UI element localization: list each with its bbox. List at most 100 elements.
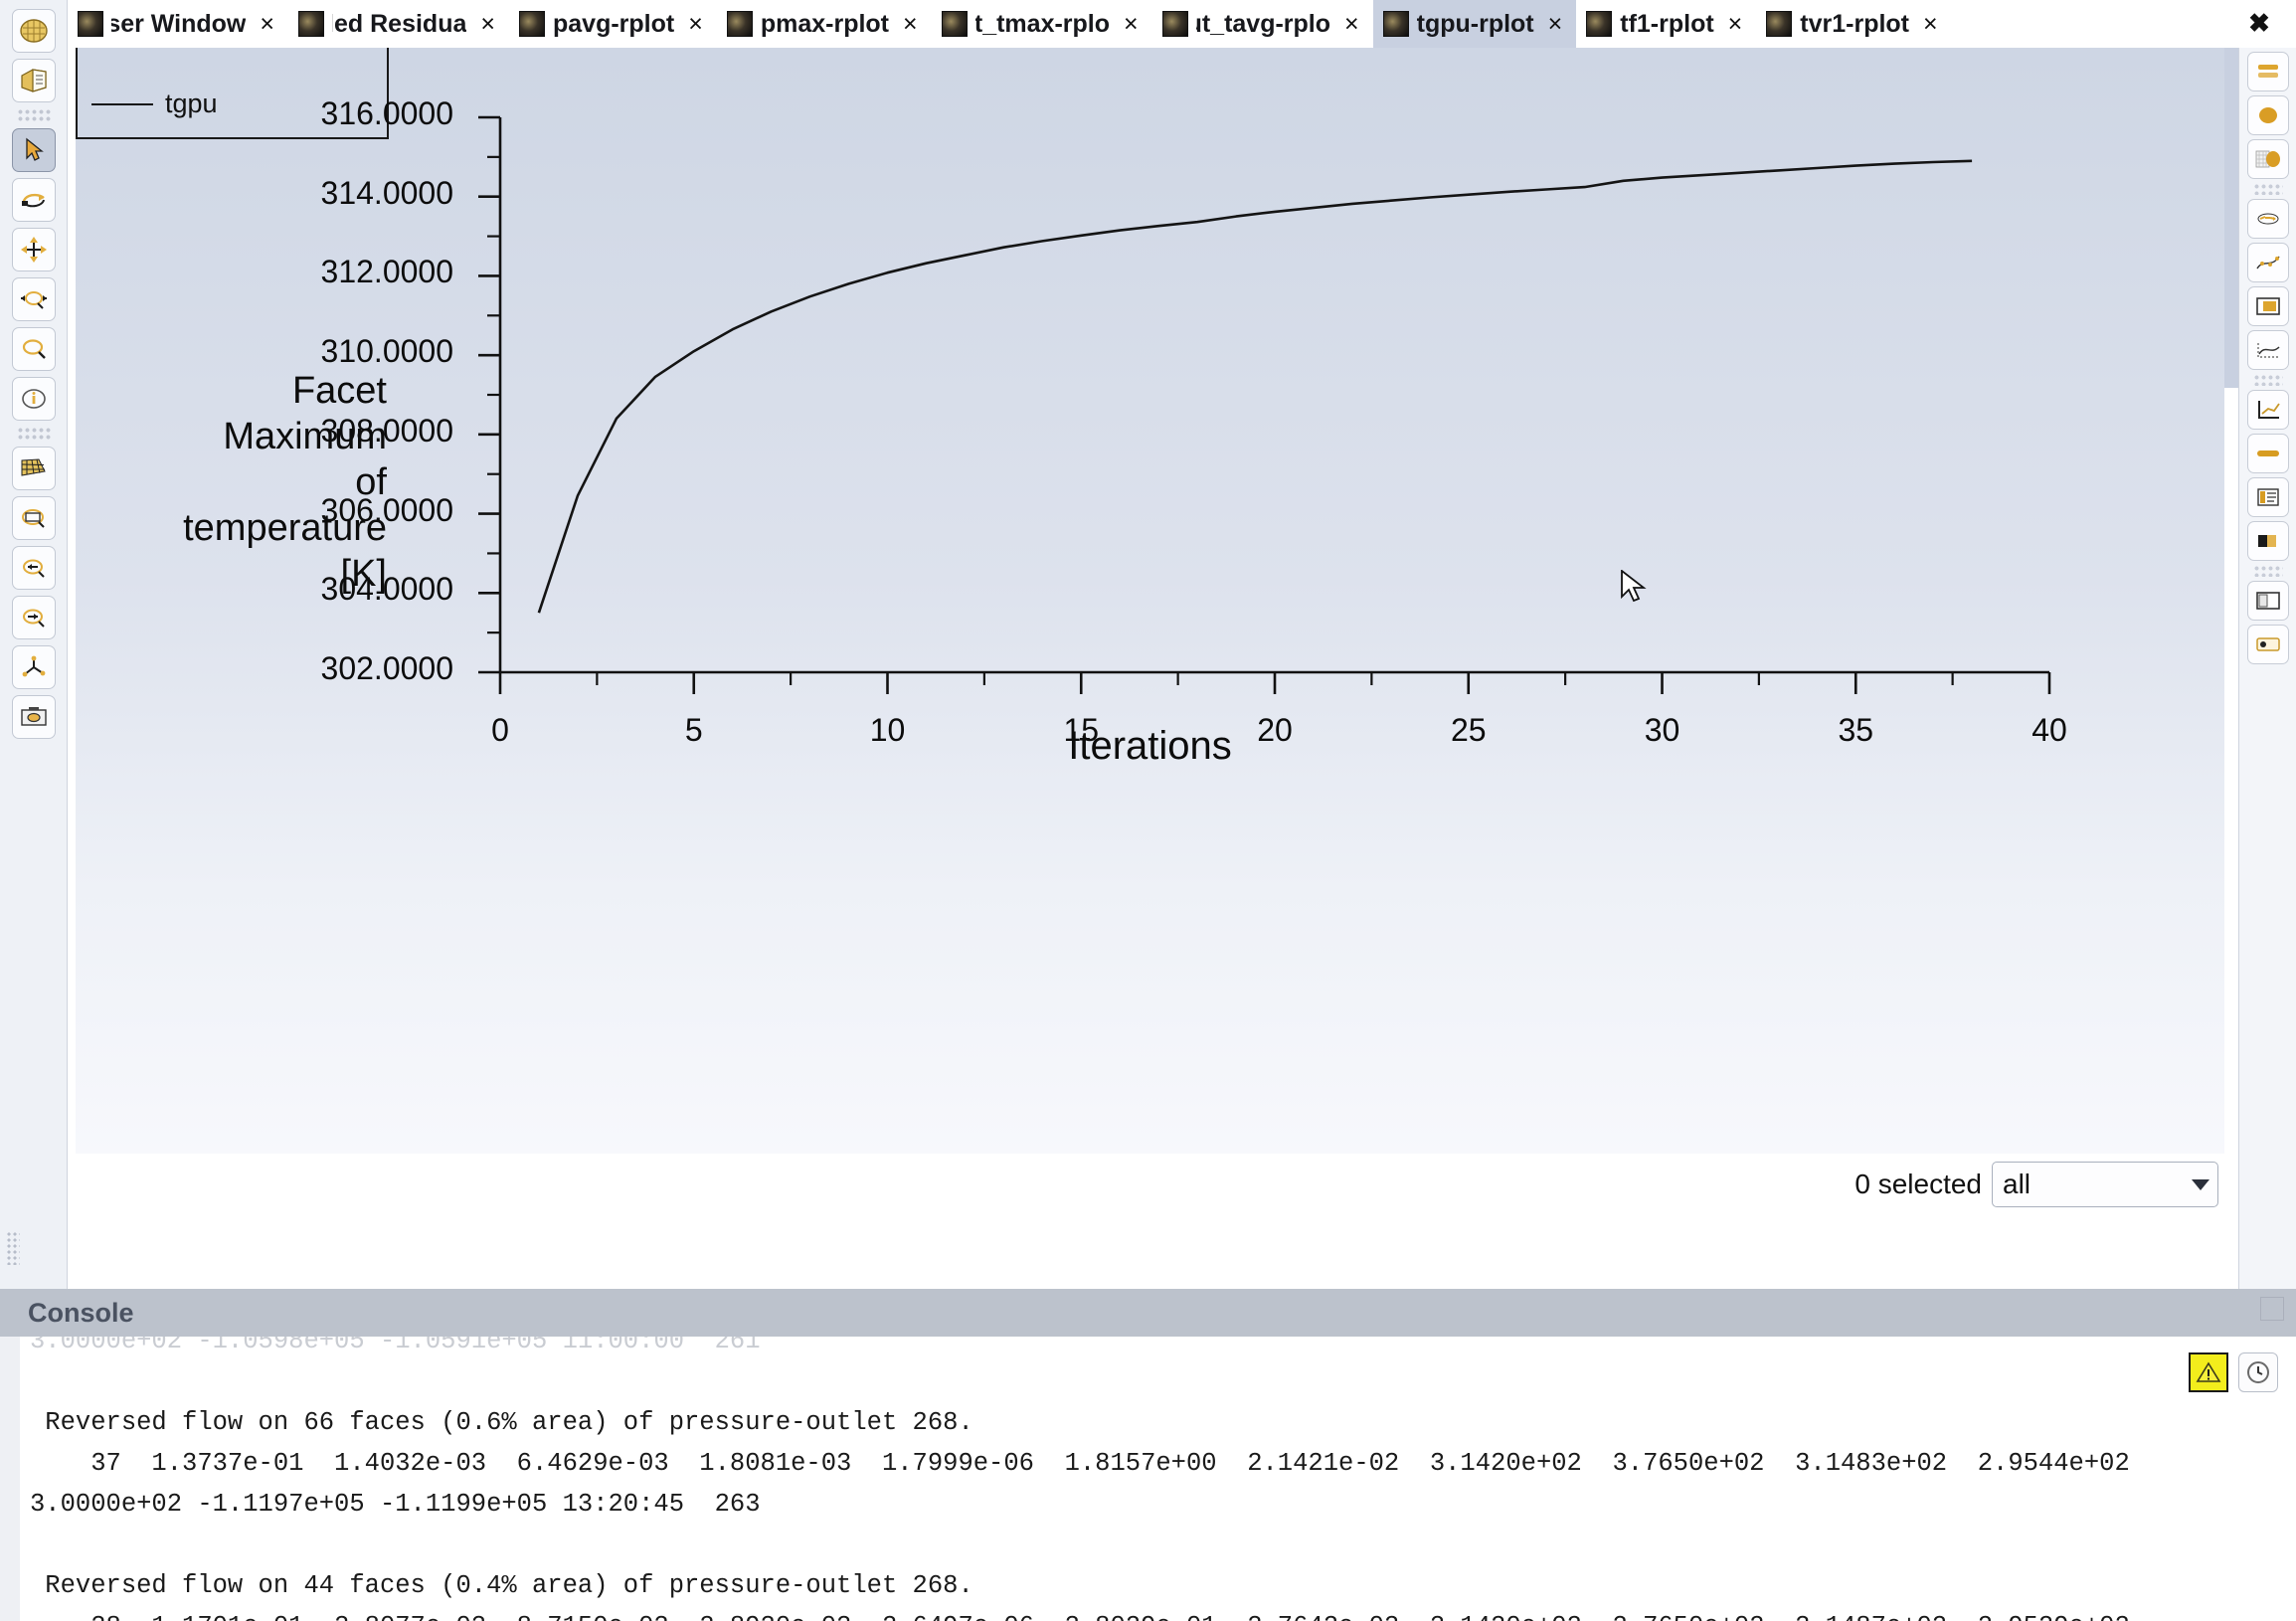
tabbar-right-filler [2224,48,2238,388]
tab-close-icon[interactable]: × [682,11,703,37]
warning-triangle-icon[interactable] [2189,1352,2228,1392]
tab-pavg-rplot[interactable]: pavg-rplot × [509,0,717,48]
plot-canvas[interactable]: tgpu Facet Maximum of temperature [K] It… [76,48,2224,1154]
contour-bands-icon[interactable] [2246,52,2289,91]
tab-close-icon[interactable]: × [1722,11,1743,37]
close-glyph: ✖ [2248,7,2270,38]
legend-label: tgpu [165,89,218,118]
toolbar-separator [16,108,51,122]
fluent-graphics-window: ser Window×aled Residua×pavg-rplot×pmax-… [0,0,2296,1621]
tab-label: pmax-rplot [760,9,890,38]
console-title: Console [28,1297,134,1328]
tab-thumbnail-icon [298,11,324,37]
selection-filter-dropdown[interactable]: all [1992,1162,2218,1207]
cube-view-icon[interactable] [11,59,56,102]
y-axis-label-line: Facet [291,370,387,412]
selected-count-label: 0 selected [1854,1169,1982,1199]
tab-thumbnail-icon [941,11,968,37]
mesh-overlay-icon[interactable] [2246,139,2289,179]
panel-resize-grip[interactable] [6,1231,20,1265]
x-tick-label: 0 [491,712,509,748]
colorbar-icon[interactable] [2246,434,2289,473]
plot-axes-icon[interactable] [2246,390,2289,430]
x-tick-label: 30 [1644,712,1680,748]
tab-close-icon[interactable]: × [897,11,918,37]
y-tick-label: 316.0000 [320,95,453,131]
zoom-in-icon[interactable] [11,596,56,639]
toolbar-separator [2252,374,2283,386]
zoom-region-icon[interactable] [11,327,56,371]
tab-aled-residua[interactable]: aled Residua × [288,0,509,48]
console-header[interactable]: Console [0,1289,2296,1337]
y-tick-label: 308.0000 [320,412,453,449]
tab-close-icon[interactable]: × [1118,11,1139,37]
mesh-display-icon[interactable] [11,9,56,53]
graphics-tab-bar[interactable]: ser Window×aled Residua×pavg-rplot×pmax-… [68,0,2238,48]
close-icon[interactable]: ✖ [2238,2,2280,44]
y-tick-label: 304.0000 [320,571,453,608]
y-tick-label: 302.0000 [320,650,453,686]
tab-close-icon[interactable]: × [254,11,274,37]
pan-view-icon[interactable] [11,228,56,271]
clock-icon[interactable] [2238,1352,2278,1392]
contrast-icon[interactable] [2246,521,2289,561]
scene-window-icon[interactable] [2246,286,2289,326]
y-tick-label: 306.0000 [320,491,453,528]
particle-track-icon[interactable] [2246,243,2289,282]
console-line: Reversed flow on 66 faces (0.6% area) of… [30,1408,973,1437]
console-line: 37 1.3737e-01 1.4032e-03 6.4629e-03 1.80… [30,1449,2130,1478]
console-status-buttons [2189,1352,2278,1392]
tab-tvr1-rplot[interactable]: tvr1-rplot × [1756,0,1952,48]
filled-contour-icon[interactable] [2246,95,2289,135]
tab-label: ut_tavg-rplo [1195,9,1331,38]
console-text: 3.0000e+02 -1.0598e+05 -1.0591e+05 11:00… [30,1337,2296,1621]
fit-to-window-icon[interactable] [11,496,56,540]
probe-info-icon[interactable] [11,377,56,421]
legend-line-swatch [91,102,153,105]
annotation-icon[interactable] [2246,625,2289,664]
chevron-down-icon [2192,1178,2209,1190]
camera-snapshot-icon[interactable] [11,695,56,739]
toolbar-separator [16,427,51,441]
tab-close-icon[interactable]: × [474,11,495,37]
tab-pmax-rplot[interactable]: pmax-rplot × [716,0,932,48]
x-tick-label: 20 [1257,712,1293,748]
tab-tgpu-rplot[interactable]: tgpu-rplot × [1372,0,1577,48]
tab-label: pavg-rplot [553,9,675,38]
undock-icon[interactable] [2260,1297,2284,1321]
legend-panel-icon[interactable] [2246,477,2289,517]
console-line: 38 1.1701e-01 2.8077e-03 8.7150e-03 2.89… [30,1612,2130,1621]
console-line: Reversed flow on 44 faces (0.4% area) of… [30,1571,973,1600]
console-line: 3.0000e+02 -1.1197e+05 -1.1199e+05 13:20… [30,1490,761,1519]
x-axis-label: Iterations [1068,724,1232,768]
tab-ut-tmax-rplo[interactable]: ut_tmax-rplo × [931,0,1152,48]
tab-close-icon[interactable]: × [1542,11,1563,37]
rotate-view-icon[interactable] [11,178,56,222]
vector-field-icon[interactable] [2246,199,2289,239]
axis-triad-icon[interactable] [11,645,56,689]
x-tick-label: 15 [1063,712,1100,748]
tab-label: tvr1-rplot [1800,9,1910,38]
select-pointer-icon[interactable] [11,128,56,172]
tab-close-icon[interactable]: × [1917,11,1938,37]
toolbar-separator [2252,565,2283,577]
tab-ut-tavg-rplo[interactable]: ut_tavg-rplo × [1151,0,1373,48]
zoom-inout-icon[interactable] [11,277,56,321]
tab-close-icon[interactable]: × [1338,11,1359,37]
console-ghost-line: 3.0000e+02 -1.0598e+05 -1.0591e+05 11:00… [30,1337,761,1355]
tab-thumbnail-icon [78,11,103,37]
y-tick-label: 314.0000 [320,174,453,211]
tab-ser-window[interactable]: ser Window × [68,0,288,48]
layout-window-icon[interactable] [2246,581,2289,621]
xy-curve-icon[interactable] [2246,330,2289,370]
mesh-surface-icon[interactable] [11,447,56,490]
y-axis-label: Facet Maximum of temperature [K] [133,368,387,597]
zoom-out-icon[interactable] [11,546,56,590]
tab-label: ut_tmax-rplo [974,9,1111,38]
tab-label: tf1-rplot [1620,9,1714,38]
selection-bar: 0 selected all [76,1154,2224,1215]
x-tick-label: 10 [869,712,906,748]
y-tick-label: 312.0000 [320,254,453,290]
tab-tf1-rplot[interactable]: tf1-rplot × [1576,0,1757,48]
console-output[interactable]: 3.0000e+02 -1.0598e+05 -1.0591e+05 11:00… [0,1337,2296,1621]
